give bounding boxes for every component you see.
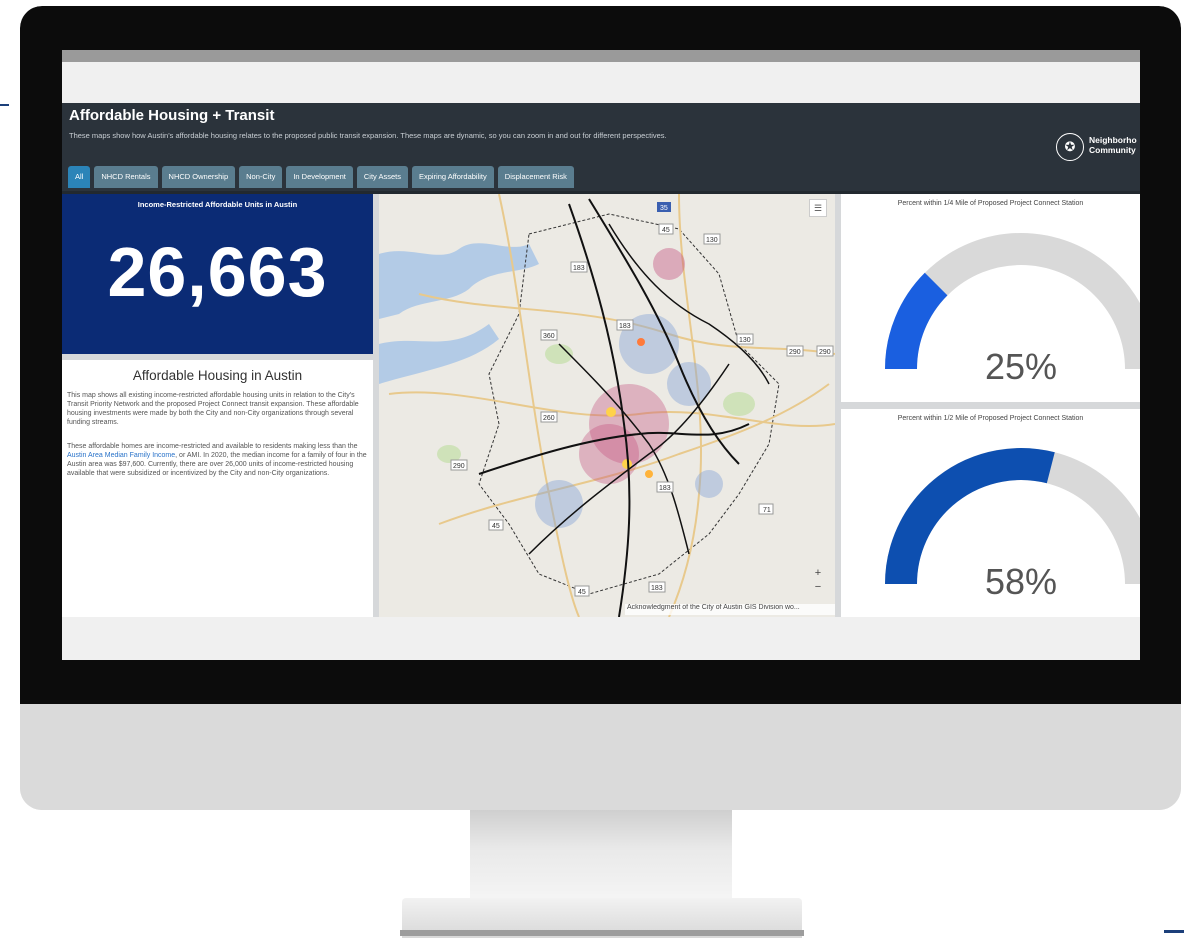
road-label: 260 xyxy=(543,415,555,422)
accent-line-right xyxy=(1164,930,1184,933)
map-canvas[interactable]: 35 45 130 183 360 183 130 290 290 260 29… xyxy=(379,194,835,617)
dashboard-header: Affordable Housing + Transit These maps … xyxy=(62,103,1140,194)
tab-nhcd-ownership[interactable]: NHCD Ownership xyxy=(161,166,236,188)
gauge-value: 58% xyxy=(984,561,1058,602)
road-label: 45 xyxy=(578,589,586,596)
road-label: 35 xyxy=(660,205,668,212)
description-paragraph-1: This map shows all existing income-restr… xyxy=(67,392,359,426)
description-paragraph-2: These affordable homes are income-restri… xyxy=(67,442,370,478)
road-label: 183 xyxy=(651,585,663,592)
lake-water xyxy=(379,324,499,384)
housing-heat-cluster xyxy=(579,424,639,484)
housing-heat-hotspot xyxy=(645,470,653,478)
road-label: 183 xyxy=(659,485,671,492)
indicator-panel: Income-Restricted Affordable Units in Au… xyxy=(62,194,373,354)
gauge-value: 25% xyxy=(984,346,1058,387)
zoom-in-button[interactable]: + xyxy=(812,567,824,579)
road-label: 130 xyxy=(706,237,718,244)
road-label: 290 xyxy=(789,349,801,356)
monitor-stand-shadow xyxy=(400,930,804,936)
tab-in-development[interactable]: In Development xyxy=(286,166,353,188)
org-name-line1: Neighborho xyxy=(1089,135,1137,145)
road-label: 183 xyxy=(573,265,585,272)
description-heading: Affordable Housing in Austin xyxy=(132,368,303,383)
monitor: Affordable Housing + Transit These maps … xyxy=(20,6,1181,810)
browser-top-bar xyxy=(62,50,1140,62)
road-label: 183 xyxy=(619,323,631,330)
road-label: 71 xyxy=(763,507,771,514)
park-area xyxy=(723,392,755,416)
list-icon[interactable]: ☰ xyxy=(809,199,827,217)
tab-expiring-affordability[interactable]: Expiring Affordability xyxy=(411,166,494,188)
tab-all[interactable]: All xyxy=(68,166,91,188)
org-name-line2: Community xyxy=(1089,145,1136,155)
screen-bottom-strip xyxy=(62,617,1140,660)
road-label: 45 xyxy=(662,227,670,234)
housing-heat-cluster xyxy=(535,480,583,528)
indicator-value: 26,663 xyxy=(107,233,328,311)
housing-heat-cluster xyxy=(653,248,685,280)
housing-heat-cluster xyxy=(695,470,723,498)
road-label: 45 xyxy=(492,523,500,530)
description-panel: Affordable Housing in Austin This map sh… xyxy=(62,360,373,617)
road-label: 290 xyxy=(453,463,465,470)
monitor-stand-neck xyxy=(470,810,732,906)
monitor-screen: Affordable Housing + Transit These maps … xyxy=(62,50,1140,660)
tab-city-assets[interactable]: City Assets xyxy=(356,166,408,188)
road-label: 360 xyxy=(543,333,555,340)
tab-displacement-risk[interactable]: Displacement Risk xyxy=(497,166,574,188)
dashboard-subtitle: These maps show how Austin's affordable … xyxy=(69,131,667,140)
tab-nhcd-rentals[interactable]: NHCD Rentals xyxy=(94,166,158,188)
road-label: 130 xyxy=(739,337,751,344)
indicator-title: Income-Restricted Affordable Units in Au… xyxy=(137,200,298,209)
monitor-chin xyxy=(20,704,1181,810)
map-panel[interactable]: 35 45 130 183 360 183 130 290 290 260 29… xyxy=(379,194,835,617)
road xyxy=(498,194,580,617)
housing-heat-hotspot xyxy=(606,407,616,417)
dashboard-content: Income-Restricted Affordable Units in Au… xyxy=(62,194,1140,617)
road-label: 290 xyxy=(819,349,831,356)
description-text: These affordable homes are income-restri… xyxy=(67,443,358,450)
ami-link[interactable]: Austin Area Median Family Income xyxy=(67,452,175,459)
housing-heat-hotspot xyxy=(637,338,645,346)
gauge-panel-half-mile: Percent within 1/2 Mile of Proposed Proj… xyxy=(841,409,1140,617)
zoom-out-button[interactable]: − xyxy=(812,581,824,593)
city-seal-icon: ✪ xyxy=(1056,133,1084,161)
tab-bar: All NHCD Rentals NHCD Ownership Non-City… xyxy=(68,166,574,188)
tab-non-city[interactable]: Non-City xyxy=(239,166,283,188)
accent-line-left xyxy=(0,104,9,106)
dashboard-title: Affordable Housing + Transit xyxy=(69,107,275,124)
gauge-panel-quarter-mile: Percent within 1/4 Mile of Proposed Proj… xyxy=(841,194,1140,402)
map-attribution: Acknowledgment of the City of Austin GIS… xyxy=(625,604,835,615)
